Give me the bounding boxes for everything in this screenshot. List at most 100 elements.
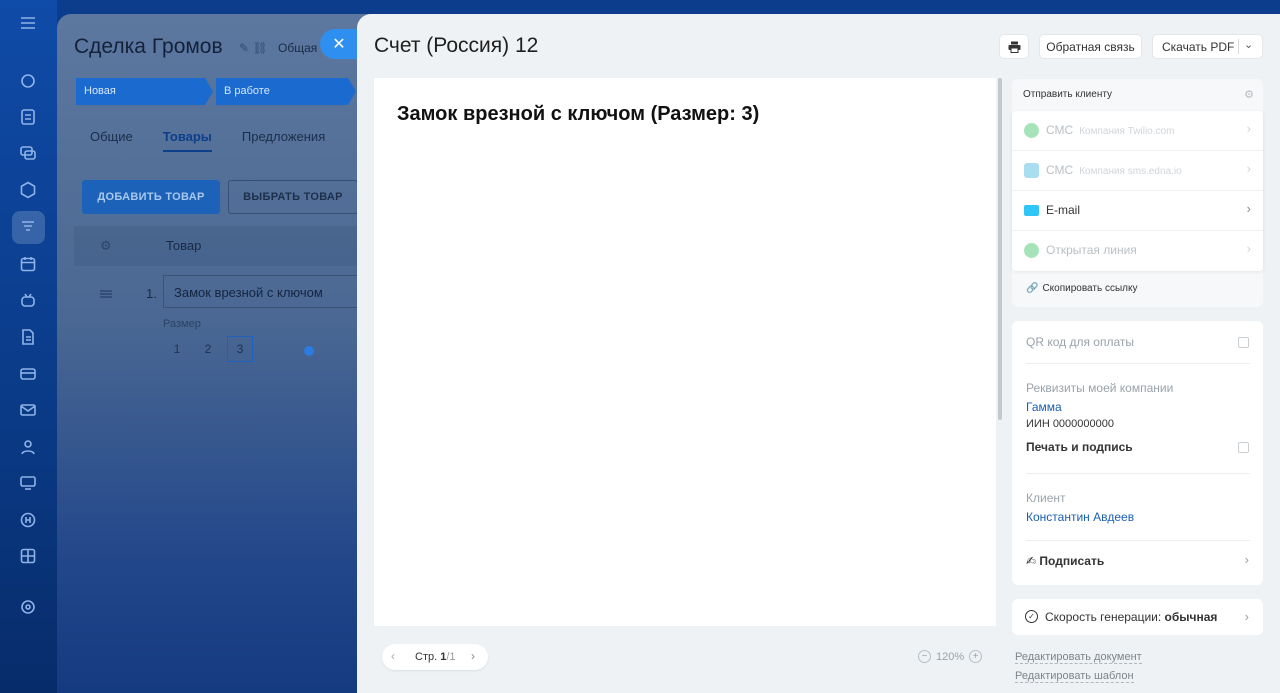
envelope-icon [1024, 205, 1039, 216]
gear-icon[interactable]: ⚙ [100, 238, 112, 254]
calendar-icon[interactable] [17, 253, 39, 275]
invoice-title: Счет (Россия) 12 [374, 34, 539, 57]
chevron-right-icon: › [1246, 201, 1251, 216]
drag-handle-icon[interactable] [100, 290, 112, 298]
deal-tabs: Общие Товары Предложения [90, 129, 325, 152]
send-sms-edna[interactable]: СМС Компания sms.edna.io › [1012, 151, 1263, 191]
zoom-control: − 120% + [918, 650, 983, 663]
monitor-icon[interactable] [17, 472, 39, 494]
zoom-level: 120% [936, 650, 965, 663]
divider [1026, 363, 1250, 364]
document-heading: Замок врезной с ключом (Размер: 3) [397, 103, 760, 125]
app-sidebar [0, 0, 57, 693]
send-channels-list: СМС Компания Twilio.com › СМС Компания sms… [1012, 111, 1263, 271]
tab-products[interactable]: Товары [162, 129, 212, 152]
h-icon[interactable] [17, 509, 39, 531]
tab-general[interactable]: Общие [90, 129, 133, 152]
link-icon: 🔗 [1026, 283, 1039, 294]
zoom-in-icon[interactable]: + [969, 650, 983, 663]
client-name-link[interactable]: Константин Авдеев [1026, 510, 1134, 524]
company-details-label: Реквизиты моей компании [1026, 381, 1174, 395]
messages-icon [1024, 163, 1039, 178]
send-to-client-card: Отправить клиенту ⚙ СМС Компания Twilio.c… [1012, 79, 1263, 307]
document-icon[interactable] [17, 326, 39, 348]
whatsapp-icon [1024, 123, 1039, 138]
deal-title: Сделка Громов [74, 35, 223, 58]
document-preview: Замок врезной с ключом (Размер: 3) [374, 78, 996, 626]
chevron-right-icon: › [1246, 161, 1251, 176]
hexagon-icon[interactable] [17, 179, 39, 201]
speedometer-icon: ✓ [1025, 610, 1038, 623]
printer-icon [1008, 41, 1020, 53]
copy-link-button[interactable]: 🔗 Скопировать ссылку [1026, 283, 1137, 294]
print-sign-checkbox[interactable] [1238, 442, 1249, 453]
contacts-icon[interactable] [17, 436, 39, 458]
size-option-3[interactable]: 3 [227, 336, 253, 362]
size-label: Размер [163, 318, 201, 330]
products-table-header [74, 226, 377, 266]
robot-icon[interactable] [17, 289, 39, 311]
tab-offers[interactable]: Предложения [242, 129, 325, 152]
sign-button[interactable]: ✍ Подписать [1026, 554, 1104, 568]
invoice-slider: Счет (Россия) 12 Обратная связь Скачать … [357, 14, 1280, 693]
stage-in-progress[interactable]: В работе [216, 78, 356, 105]
feedback-button[interactable]: Обратная связь [1040, 35, 1141, 58]
add-product-button[interactable]: ДОБАВИТЬ ТОВАР [82, 180, 220, 214]
tasks-icon[interactable] [17, 106, 39, 128]
page-indicator: Стр. 1/1 [415, 651, 456, 663]
send-sms-twilio[interactable]: СМС Компания Twilio.com › [1012, 111, 1263, 151]
edit-document-link[interactable]: Редактировать документ [1015, 651, 1142, 664]
company-name-link[interactable]: Гамма [1026, 400, 1062, 414]
download-pdf-label: Скачать PDF [1162, 39, 1235, 54]
chevron-right-icon: › [1244, 552, 1249, 567]
qr-payment-label: QR код для оплаты [1026, 335, 1135, 349]
deal-panel: Сделка Громов ✎ ⛓ Общая Новая В работе О… [57, 14, 377, 693]
send-title: Отправить клиенту [1023, 89, 1113, 100]
generation-speed-card[interactable]: ✓ Скорость генерации: обычная › [1012, 599, 1263, 635]
send-email[interactable]: E-mail › [1012, 191, 1263, 231]
crm-filter-icon[interactable] [17, 216, 39, 238]
stage-new[interactable]: Новая [76, 78, 213, 105]
close-slider-button[interactable]: ✕ [320, 29, 358, 59]
chat-icon[interactable] [17, 142, 39, 164]
selected-check-icon [304, 346, 314, 356]
menu-icon[interactable] [17, 12, 39, 34]
settings-icon[interactable] [17, 596, 39, 618]
row-number: 1. [146, 286, 157, 301]
edit-template-link[interactable]: Редактировать шаблон [1015, 670, 1134, 683]
deal-category[interactable]: Общая [278, 41, 317, 55]
divider [1238, 39, 1239, 54]
document-details-card: QR код для оплаты Реквизиты моей компани… [1012, 321, 1263, 585]
prev-page-icon[interactable]: ‹ [391, 649, 395, 663]
page-navigator: ‹ Стр. 1/1 › [382, 644, 488, 670]
size-option-1[interactable]: 1 [164, 336, 190, 362]
close-icon: ✕ [332, 36, 346, 53]
feed-icon[interactable] [17, 70, 39, 92]
product-column-header: Товар [166, 238, 202, 253]
size-option-2[interactable]: 2 [195, 336, 221, 362]
print-button[interactable] [1000, 35, 1028, 58]
product-name-input[interactable]: Замок врезной с ключом [163, 275, 377, 308]
chevron-down-icon[interactable]: ⌄ [1244, 38, 1253, 51]
chevron-right-icon: › [1244, 609, 1249, 624]
company-inn: ИИН 0000000000 [1026, 418, 1114, 430]
pen-icon: ✍ [1026, 554, 1037, 568]
grid-icon[interactable] [17, 545, 39, 567]
edit-link-icons[interactable]: ✎ ⛓ [239, 41, 268, 55]
qr-payment-checkbox[interactable] [1238, 337, 1249, 348]
next-page-icon[interactable]: › [471, 649, 475, 663]
chevron-right-icon: › [1246, 121, 1251, 136]
preview-scrollbar[interactable] [998, 78, 1002, 420]
divider [1026, 473, 1250, 474]
mail-icon[interactable] [17, 399, 39, 421]
zoom-out-icon[interactable]: − [918, 650, 931, 663]
download-pdf-button[interactable]: Скачать PDF ⌄ [1153, 35, 1262, 58]
gear-icon[interactable]: ⚙ [1244, 88, 1254, 101]
chevron-right-icon: › [1246, 241, 1251, 256]
pick-product-button[interactable]: ВЫБРАТЬ ТОВАР [228, 180, 358, 214]
card-icon[interactable] [17, 363, 39, 385]
client-label: Клиент [1026, 491, 1066, 505]
divider [1026, 540, 1250, 541]
open-line-icon [1024, 243, 1039, 258]
send-open-line[interactable]: Открытая линия › [1012, 231, 1263, 271]
